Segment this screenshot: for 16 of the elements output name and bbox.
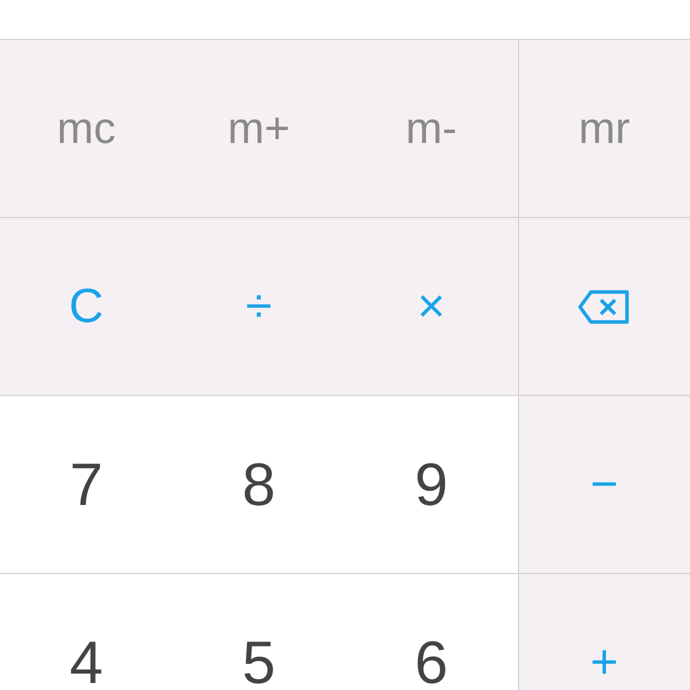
operator-key[interactable]: ÷ xyxy=(238,278,280,334)
digit-key[interactable]: 9 xyxy=(406,450,456,518)
operator-key[interactable]: × xyxy=(409,278,454,334)
digit-key[interactable]: 8 xyxy=(234,450,284,518)
digit-key[interactable]: 4 xyxy=(62,628,111,690)
clear-key[interactable]: C xyxy=(60,278,112,334)
memory-key[interactable]: mc xyxy=(48,102,124,154)
operator-key[interactable]: + xyxy=(582,634,626,690)
digit-key[interactable]: 7 xyxy=(62,450,111,518)
digit-key[interactable]: 6 xyxy=(406,628,456,690)
backspace-icon xyxy=(577,288,632,324)
memory-key[interactable]: m+ xyxy=(220,102,298,154)
operator-key[interactable]: − xyxy=(582,456,626,512)
memory-key[interactable]: mr xyxy=(570,102,638,154)
digit-key[interactable]: 5 xyxy=(234,628,284,690)
memory-key[interactable]: m- xyxy=(398,102,465,154)
